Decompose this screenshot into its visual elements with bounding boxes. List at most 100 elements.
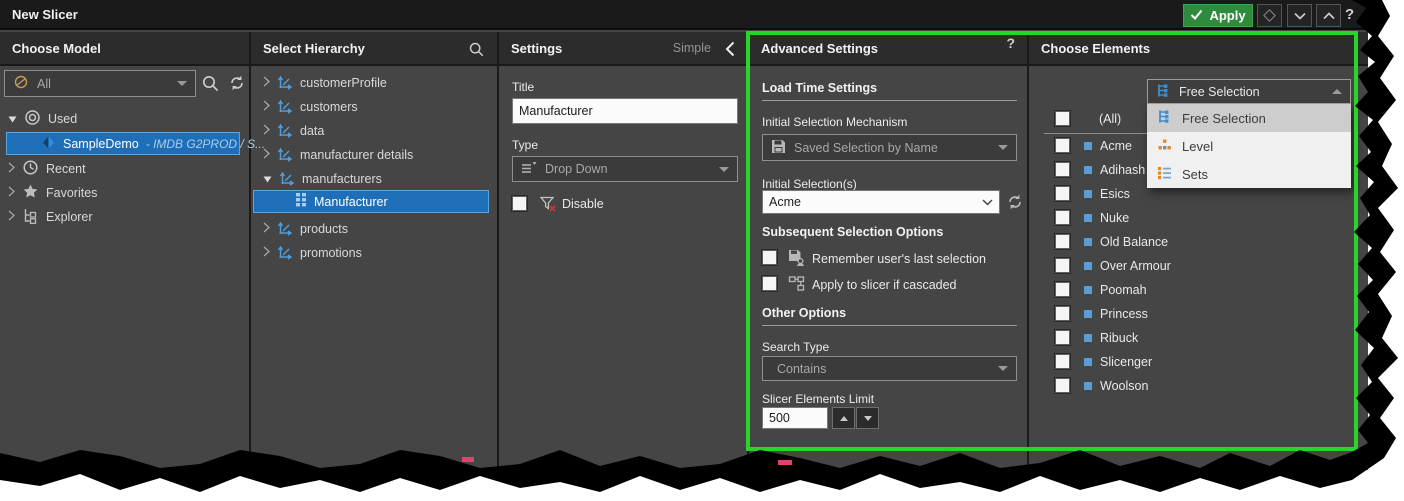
combo-chevron-icon[interactable]: [982, 195, 993, 209]
disable-checkbox[interactable]: [512, 196, 527, 211]
option-label: Free Selection: [1182, 111, 1266, 126]
expander-expanded-icon[interactable]: [263, 172, 272, 186]
collapse-panel-button[interactable]: [1287, 4, 1312, 27]
expander-collapsed-icon[interactable]: [263, 124, 270, 138]
element-checkbox[interactable]: [1055, 138, 1070, 153]
help-icon[interactable]: ?: [1345, 6, 1354, 23]
hierarchy-item[interactable]: customers: [263, 96, 358, 118]
subsequent-section-title: Subsequent Selection Options: [762, 225, 943, 239]
element-label: Poomah: [1100, 283, 1147, 297]
expander-collapsed-icon[interactable]: [8, 186, 15, 200]
caret-down-icon: [177, 81, 187, 86]
page-title: New Slicer: [12, 7, 78, 22]
hierarchy-item[interactable]: products: [263, 218, 348, 240]
apply-button[interactable]: Apply: [1183, 4, 1253, 27]
settings-mode-label: Simple: [673, 41, 711, 55]
hierarchy-item[interactable]: promotions: [263, 242, 362, 264]
element-checkbox[interactable]: [1055, 282, 1070, 297]
expander-collapsed-icon[interactable]: [263, 148, 270, 162]
limit-increment-button[interactable]: [832, 407, 855, 429]
hierarchy-label: manufacturers: [302, 172, 382, 186]
choose-model-panel: Choose Model All: [0, 32, 251, 470]
advanced-settings-header: Advanced Settings ?: [749, 32, 1027, 66]
expander-collapsed-icon[interactable]: [8, 162, 15, 176]
caret-up-icon: [1332, 89, 1342, 94]
search-icon[interactable]: [201, 74, 220, 98]
expander-collapsed-icon[interactable]: [263, 246, 270, 260]
explorer-tree-icon: [22, 207, 39, 227]
load-time-section-title: Load Time Settings: [762, 81, 877, 95]
hierarchy-child-manufacturer-selected[interactable]: Manufacturer: [253, 190, 489, 213]
element-checkbox[interactable]: [1055, 306, 1070, 321]
remember-checkbox[interactable]: [762, 250, 777, 265]
no-filter-icon: [13, 74, 29, 93]
tree-item-sampledemo-selected[interactable]: SampleDemo - IMDB G2PROD / S...: [6, 132, 240, 155]
element-checkbox[interactable]: [1055, 330, 1070, 345]
choose-model-title: Choose Model: [12, 41, 101, 56]
element-checkbox[interactable]: [1055, 258, 1070, 273]
help-icon[interactable]: ?: [1006, 35, 1015, 51]
discard-button[interactable]: [1257, 4, 1282, 27]
free-selection-icon: [1157, 109, 1172, 127]
initial-selections-combobox[interactable]: Acme: [762, 190, 1000, 214]
choose-elements-title: Choose Elements: [1041, 41, 1150, 56]
element-checkbox[interactable]: [1055, 186, 1070, 201]
refresh-icon[interactable]: [228, 74, 246, 97]
selection-mode-dropdown[interactable]: Free Selection: [1147, 79, 1351, 104]
select-all-checkbox[interactable]: [1055, 111, 1070, 126]
model-filter-dropdown[interactable]: All: [4, 70, 196, 97]
hierarchy-item[interactable]: data: [263, 120, 324, 142]
option-level[interactable]: Level: [1147, 132, 1351, 160]
advanced-settings-body: Load Time Settings Initial Selection Mec…: [749, 66, 1027, 468]
refresh-icon[interactable]: [1006, 193, 1024, 216]
element-checkbox[interactable]: [1055, 234, 1070, 249]
expander-collapsed-icon[interactable]: [263, 76, 270, 90]
disable-label: Disable: [562, 197, 604, 211]
sampledemo-label: SampleDemo: [63, 137, 139, 151]
recent-label: Recent: [46, 162, 86, 176]
chevron-left-icon[interactable]: [725, 41, 735, 62]
element-checkbox[interactable]: [1055, 162, 1070, 177]
selection-mode-options: Free Selection Level Sets: [1147, 104, 1351, 188]
tree-item-favorites[interactable]: Favorites: [8, 182, 97, 204]
option-sets[interactable]: Sets: [1147, 160, 1351, 188]
advanced-settings-panel: Advanced Settings ? Load Time Settings I…: [749, 32, 1029, 470]
dimension-axis-icon: [277, 220, 293, 239]
expander-collapsed-icon[interactable]: [263, 100, 270, 114]
element-color-chip: [1084, 334, 1092, 342]
search-icon[interactable]: [468, 41, 485, 63]
element-checkbox[interactable]: [1055, 210, 1070, 225]
selection-mode-value: Free Selection: [1179, 85, 1324, 99]
dimension-axis-icon: [277, 146, 293, 165]
expander-expanded-icon[interactable]: [8, 112, 17, 126]
hierarchy-item[interactable]: customerProfile: [263, 72, 387, 94]
hierarchy-label: data: [300, 124, 324, 138]
tree-item-used[interactable]: Used: [8, 108, 77, 130]
option-free-selection[interactable]: Free Selection: [1147, 104, 1351, 132]
type-dropdown-value: Drop Down: [545, 162, 711, 176]
limit-input[interactable]: 500: [762, 407, 828, 429]
advanced-settings-title: Advanced Settings: [761, 41, 878, 56]
title-input[interactable]: Manufacturer: [512, 98, 738, 124]
settings-body: Title Manufacturer Type Drop Down: [499, 66, 747, 468]
dropdown-list-icon: [521, 161, 537, 178]
search-type-dropdown[interactable]: Contains: [762, 356, 1017, 381]
option-label: Level: [1182, 139, 1213, 154]
tree-item-recent[interactable]: Recent: [8, 158, 86, 180]
expand-panel-button[interactable]: [1316, 4, 1341, 27]
type-dropdown[interactable]: Drop Down: [512, 156, 738, 182]
tree-item-explorer[interactable]: Explorer: [8, 206, 93, 228]
expander-collapsed-icon[interactable]: [263, 222, 270, 236]
hierarchy-item-expanded[interactable]: manufacturers: [263, 168, 382, 190]
element-checkbox[interactable]: [1055, 354, 1070, 369]
section-divider: [762, 100, 1017, 101]
mechanism-dropdown[interactable]: Saved Selection by Name: [762, 134, 1017, 161]
expander-collapsed-icon[interactable]: [8, 210, 15, 224]
model-filter-value: All: [37, 77, 169, 91]
hierarchy-label: customerProfile: [300, 76, 387, 90]
element-checkbox[interactable]: [1055, 378, 1070, 393]
limit-decrement-button[interactable]: [856, 407, 879, 429]
recent-clock-icon: [22, 159, 39, 179]
cascade-checkbox[interactable]: [762, 276, 777, 291]
hierarchy-item[interactable]: manufacturer details: [263, 144, 413, 166]
